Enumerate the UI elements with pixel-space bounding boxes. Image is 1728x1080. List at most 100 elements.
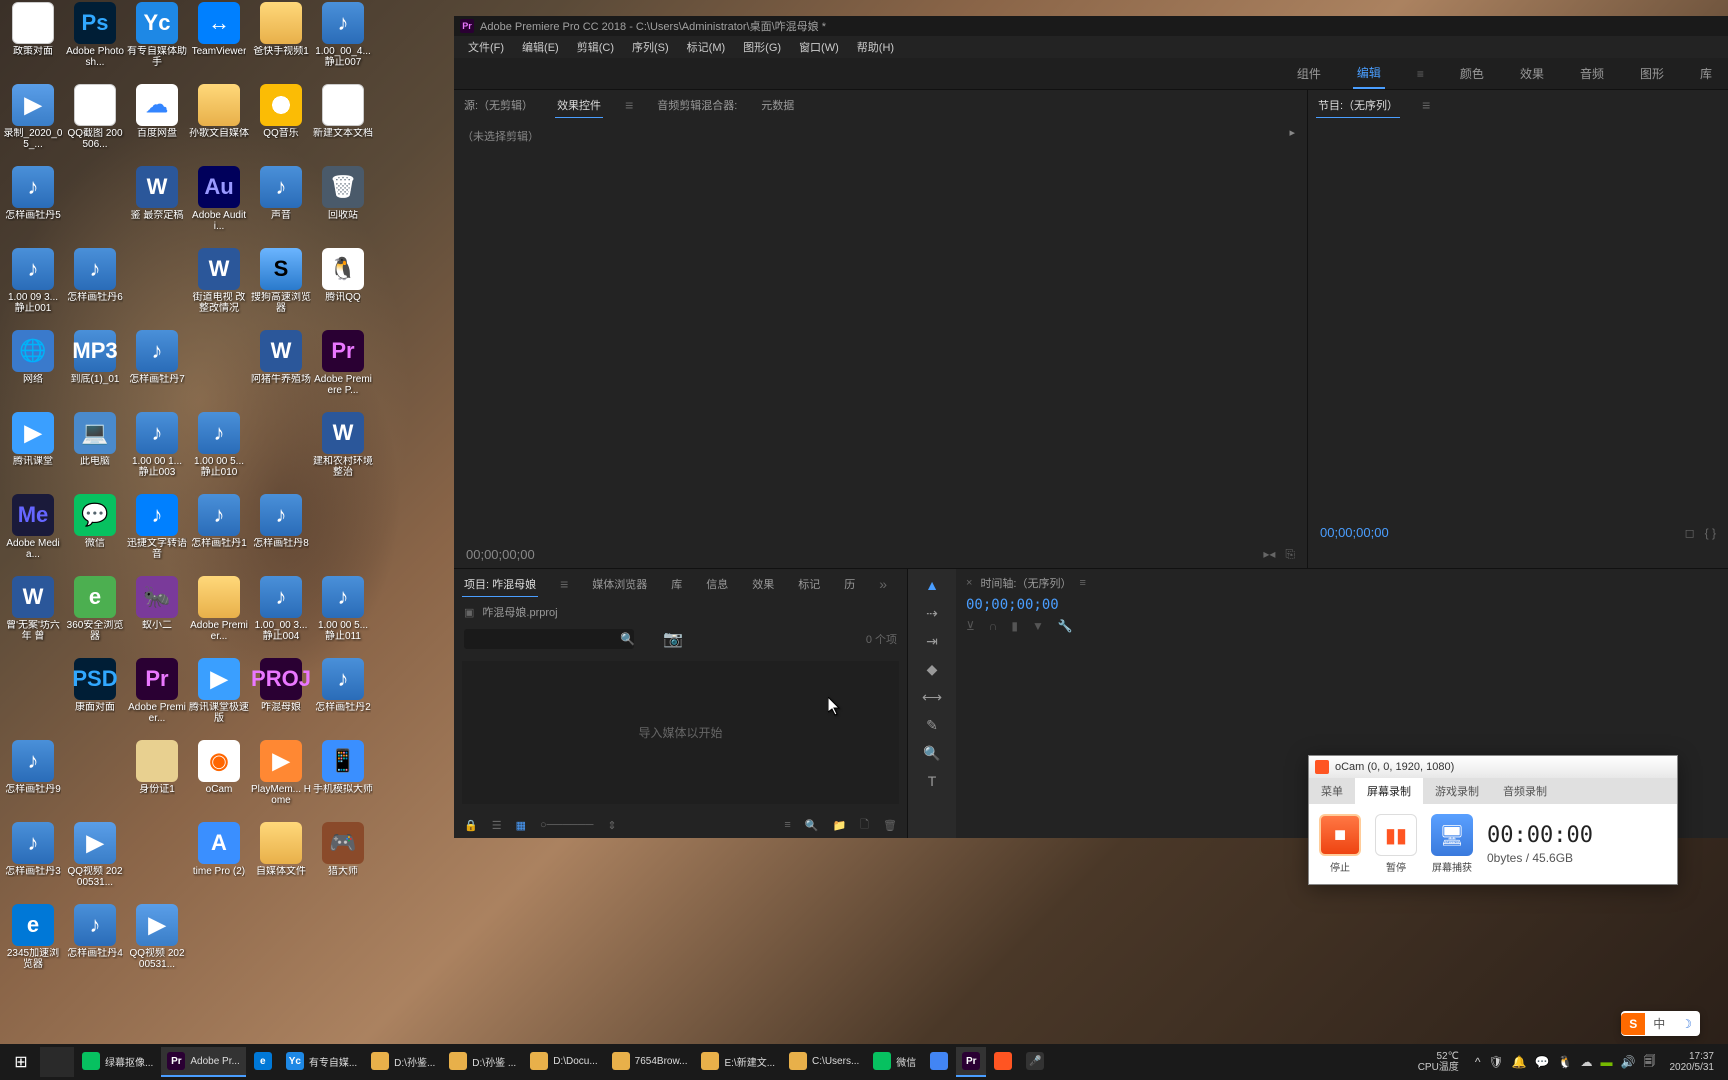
taskbar-app[interactable]: 🎤 xyxy=(1020,1047,1050,1077)
ocam-tab[interactable]: 音频录制 xyxy=(1491,778,1559,804)
taskbar-app[interactable]: Yc有专自媒... xyxy=(280,1047,363,1077)
icon-view-icon[interactable]: ▦ xyxy=(516,819,526,832)
desktop-icon[interactable]: ♪1.00_00 3... 静止004 xyxy=(250,576,312,656)
panel-menu-icon[interactable]: ≡ xyxy=(623,93,635,117)
linked-selection-icon[interactable]: ∩ xyxy=(989,619,998,633)
pen-tool[interactable]: ✎ xyxy=(922,715,942,735)
workspace-tab[interactable]: 效果 xyxy=(1516,59,1548,88)
ocam-stop-button[interactable]: ■ 停止 xyxy=(1319,814,1361,874)
export-frame-icon[interactable]: ⎘ xyxy=(1285,547,1295,562)
taskbar-app[interactable]: D:\Docu... xyxy=(524,1047,603,1077)
desktop-icon[interactable]: PSD康面对面 xyxy=(64,658,126,738)
panel-tab[interactable]: 源:（无剪辑） xyxy=(462,93,535,117)
hand-tool[interactable]: 🔍 xyxy=(922,743,942,763)
workspace-tab[interactable]: 图形 xyxy=(1636,59,1668,88)
premiere-titlebar[interactable]: Pr Adobe Premiere Pro CC 2018 - C:\Users… xyxy=(454,16,1728,36)
slip-tool[interactable]: ⟷ xyxy=(922,687,942,707)
desktop-icon[interactable]: 🐧腾讯QQ xyxy=(312,248,374,328)
menu-item[interactable]: 文件(F) xyxy=(460,37,512,57)
desktop-icon[interactable]: 💻此电脑 xyxy=(64,412,126,492)
panel-tab[interactable]: 效果 xyxy=(750,572,776,596)
desktop-icon[interactable]: PROJ咋混母娘 xyxy=(250,658,312,738)
desktop-icon[interactable]: ▶PlayMem... Home xyxy=(250,740,312,820)
desktop-icon[interactable]: Atime Pro (2) xyxy=(188,822,250,902)
cpu-temp[interactable]: 52℃ CPU温度 xyxy=(1410,1051,1467,1073)
desktop-icon[interactable]: MeAdobe Media... xyxy=(2,494,64,574)
tray-qq-icon[interactable]: 🐧 xyxy=(1558,1055,1573,1069)
fit-icon[interactable]: ▸◂ xyxy=(1263,547,1275,562)
desktop-icon[interactable]: ☁百度网盘 xyxy=(126,84,188,164)
desktop-icon[interactable]: Adobe Premier... xyxy=(188,576,250,656)
desktop-icon[interactable]: ♪1.00 00 5... 静止011 xyxy=(312,576,374,656)
panel-tab[interactable]: 信息 xyxy=(704,572,730,596)
panel-arrow-icon[interactable]: ▸ xyxy=(1289,126,1295,139)
type-tool[interactable]: T xyxy=(922,771,942,791)
desktop-icon[interactable]: 💬微信 xyxy=(64,494,126,574)
desktop-icon[interactable]: MP3到底(1)_01 xyxy=(64,330,126,410)
desktop-icon[interactable]: ♪1.00 00 5... 静止010 xyxy=(188,412,250,492)
taskbar-app[interactable]: e xyxy=(248,1047,278,1077)
desktop-icon[interactable]: 身份证1 xyxy=(126,740,188,820)
tray-battery-icon[interactable]: 🗐 xyxy=(1644,1052,1656,1073)
program-tab[interactable]: 节目:（无序列） xyxy=(1316,93,1400,118)
workspace-tab[interactable]: 颜色 xyxy=(1456,59,1488,88)
taskbar-app[interactable]: 7654Brow... xyxy=(606,1047,694,1077)
razor-tool[interactable]: ◆ xyxy=(922,659,942,679)
timeline-timecode[interactable]: 00;00;00;00 xyxy=(956,597,1728,613)
desktop-icon[interactable]: ♪怎样画牡丹9 xyxy=(2,740,64,820)
panel-tab[interactable]: 标记 xyxy=(796,572,822,596)
desktop-icon[interactable]: ♪怎样画牡丹3 xyxy=(2,822,64,902)
desktop-icon[interactable]: W阿猪牛养殖场 xyxy=(250,330,312,410)
taskbar-clock[interactable]: 17:37 2020/5/31 xyxy=(1664,1051,1721,1073)
desktop-icon[interactable]: ▶腾讯课堂 xyxy=(2,412,64,492)
desktop-icon[interactable]: ↔TeamViewer xyxy=(188,2,250,82)
safe-margins-icon[interactable]: ◻ xyxy=(1685,526,1695,540)
desktop-icon[interactable]: ▶QQ视频 20200531... xyxy=(64,822,126,902)
desktop-icon[interactable]: e2345加速浏览器 xyxy=(2,904,64,984)
panel-tab[interactable]: 音频剪辑混合器: xyxy=(655,93,739,117)
desktop-icon[interactable]: 🐜蚁小二 xyxy=(126,576,188,656)
desktop-icon[interactable]: ♪怎样画牡丹1 xyxy=(188,494,250,574)
desktop-icon[interactable]: ▶腾讯课堂极速版 xyxy=(188,658,250,738)
settings-icon[interactable]: 🔧 xyxy=(1058,619,1073,633)
ocam-window[interactable]: oCam (0, 0, 1920, 1080) 菜单屏幕录制游戏录制音频录制 ■… xyxy=(1308,755,1678,885)
close-panel-icon[interactable]: × xyxy=(966,577,972,589)
wrench-icon[interactable]: { } xyxy=(1705,526,1716,540)
start-button[interactable]: ⊞ xyxy=(4,1047,38,1077)
desktop-icon[interactable]: PrAdobe Premier... xyxy=(126,658,188,738)
desktop-icon[interactable]: ♪声音 xyxy=(250,166,312,246)
more-tabs-icon[interactable]: » xyxy=(877,572,889,596)
panel-tab[interactable]: 效果控件 xyxy=(555,93,603,118)
workspace-tab[interactable]: 组件 xyxy=(1293,59,1325,88)
desktop-icon[interactable]: ♪1.00_00_4... 静止007 xyxy=(312,2,374,82)
taskbar-app[interactable]: Pr xyxy=(956,1047,986,1077)
desktop-icon[interactable]: QQ音乐 xyxy=(250,84,312,164)
ocam-tab[interactable]: 菜单 xyxy=(1309,778,1355,804)
find-icon[interactable]: 🔍 xyxy=(805,819,819,832)
panel-tab[interactable]: 媒体浏览器 xyxy=(590,572,649,596)
ocam-pause-button[interactable]: ▮▮ 暂停 xyxy=(1375,814,1417,874)
menu-item[interactable]: 编辑(E) xyxy=(514,37,567,57)
taskbar-app[interactable]: D:\孙鉴... xyxy=(365,1047,441,1077)
taskbar-app[interactable]: C:\Users... xyxy=(783,1047,865,1077)
new-item-icon[interactable]: 🗋 xyxy=(860,816,869,835)
panel-tab[interactable]: 库 xyxy=(669,572,684,596)
desktop-icon[interactable]: ♪怎样画牡丹8 xyxy=(250,494,312,574)
desktop-icon[interactable]: 🎮猎大师 xyxy=(312,822,374,902)
menu-item[interactable]: 窗口(W) xyxy=(791,37,847,57)
zoom-slider[interactable]: ○────── xyxy=(540,819,593,831)
desktop-icon[interactable]: ♪1.00 09 3... 静止001 xyxy=(2,248,64,328)
snap-icon[interactable]: ⊻ xyxy=(966,619,975,633)
desktop-icon[interactable]: W曾'无案'坊六年 曾 xyxy=(2,576,64,656)
tray-wechat-icon[interactable]: 💬 xyxy=(1535,1055,1550,1069)
desktop-icon[interactable]: ♪怎样画牡丹7 xyxy=(126,330,188,410)
trash-icon[interactable]: 🗑 xyxy=(883,819,897,832)
desktop-icon[interactable]: PsAdobe Photosh... xyxy=(64,2,126,82)
tray-nvidia-icon[interactable]: ▬ xyxy=(1601,1055,1613,1069)
workspace-tab[interactable]: 音频 xyxy=(1576,59,1608,88)
project-drop-zone[interactable]: 导入媒体以开始 xyxy=(462,661,899,804)
project-search-input[interactable] xyxy=(464,629,634,649)
selection-tool[interactable]: ▲ xyxy=(922,575,942,595)
panel-tab[interactable]: 项目: 咋混母娘 xyxy=(462,572,538,597)
menu-item[interactable]: 序列(S) xyxy=(624,37,677,57)
